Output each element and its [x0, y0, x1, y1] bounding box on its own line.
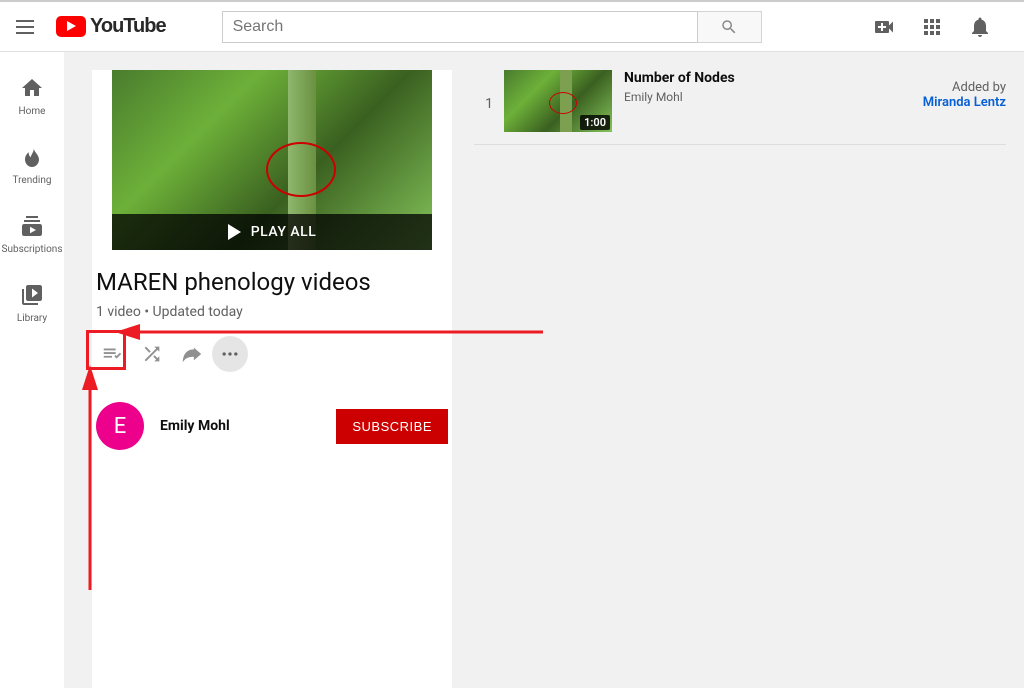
more-horiz-icon: [220, 344, 240, 364]
save-playlist-button[interactable]: [92, 334, 132, 374]
more-actions-button[interactable]: [212, 336, 248, 372]
youtube-play-icon: [56, 16, 86, 37]
header-actions: [872, 15, 1008, 39]
sidebar-item-label: Subscriptions: [2, 244, 63, 255]
sidebar-item-label: Trending: [13, 175, 52, 186]
subscriptions-icon: [20, 214, 44, 238]
share-button[interactable]: [172, 334, 212, 374]
video-thumbnail[interactable]: 1:00: [504, 70, 612, 132]
notifications-bell-icon[interactable]: [968, 15, 992, 39]
search-bar: [222, 11, 762, 43]
left-sidebar: Home Trending Subscriptions Library: [0, 52, 64, 688]
sidebar-item-trending[interactable]: Trending: [0, 131, 64, 200]
playlist-title: MAREN phenology videos: [92, 268, 452, 296]
subscribe-button[interactable]: SUBSCRIBE: [336, 409, 448, 444]
video-title[interactable]: Number of Nodes: [624, 70, 923, 86]
play-icon: [228, 224, 241, 240]
video-list: 1 1:00 Number of Nodes Emily Mohl Added …: [452, 52, 1024, 688]
video-channel[interactable]: Emily Mohl: [624, 90, 923, 104]
channel-avatar[interactable]: E: [96, 402, 144, 450]
video-row[interactable]: 1 1:00 Number of Nodes Emily Mohl Added …: [474, 70, 1006, 145]
play-all-bar[interactable]: PLAY ALL: [112, 214, 432, 250]
library-icon: [20, 283, 44, 307]
share-icon: [181, 343, 203, 365]
sidebar-item-label: Home: [19, 106, 46, 117]
video-index: 1: [474, 70, 504, 112]
search-icon: [720, 18, 738, 36]
video-duration: 1:00: [580, 115, 610, 130]
added-by-user[interactable]: Miranda Lentz: [923, 95, 1006, 110]
playlist-actions: [92, 334, 452, 388]
header: YouTube: [0, 2, 1024, 52]
playlist-panel: PLAY ALL MAREN phenology videos 1 video …: [92, 70, 452, 688]
sidebar-item-library[interactable]: Library: [0, 269, 64, 338]
hamburger-menu-button[interactable]: [16, 15, 40, 39]
video-info: Number of Nodes Emily Mohl: [624, 70, 923, 104]
home-icon: [20, 76, 44, 100]
create-video-icon[interactable]: [872, 15, 896, 39]
sidebar-item-home[interactable]: Home: [0, 62, 64, 131]
main-content: PLAY ALL MAREN phenology videos 1 video …: [64, 52, 1024, 688]
playlist-hero[interactable]: PLAY ALL: [112, 70, 432, 250]
apps-grid-icon[interactable]: [920, 15, 944, 39]
sidebar-item-label: Library: [17, 313, 47, 324]
shuffle-button[interactable]: [132, 334, 172, 374]
channel-row: E Emily Mohl SUBSCRIBE: [92, 388, 452, 464]
channel-name[interactable]: Emily Mohl: [160, 418, 230, 434]
search-input[interactable]: [222, 11, 698, 43]
shuffle-icon: [141, 343, 163, 365]
sidebar-item-subscriptions[interactable]: Subscriptions: [0, 200, 64, 269]
video-added-block: Added by Miranda Lentz: [923, 70, 1006, 110]
play-all-label: PLAY ALL: [251, 224, 317, 240]
video-count: 1 video: [96, 304, 141, 320]
added-by-label: Added by: [923, 80, 1006, 95]
playlist-add-check-icon: [101, 343, 123, 365]
youtube-logo[interactable]: YouTube: [56, 15, 166, 38]
playlist-meta: 1 video • Updated today: [92, 304, 452, 320]
updated-text: Updated today: [153, 304, 243, 320]
search-button[interactable]: [698, 11, 762, 43]
trending-icon: [20, 145, 44, 169]
youtube-wordmark: YouTube: [90, 15, 166, 38]
